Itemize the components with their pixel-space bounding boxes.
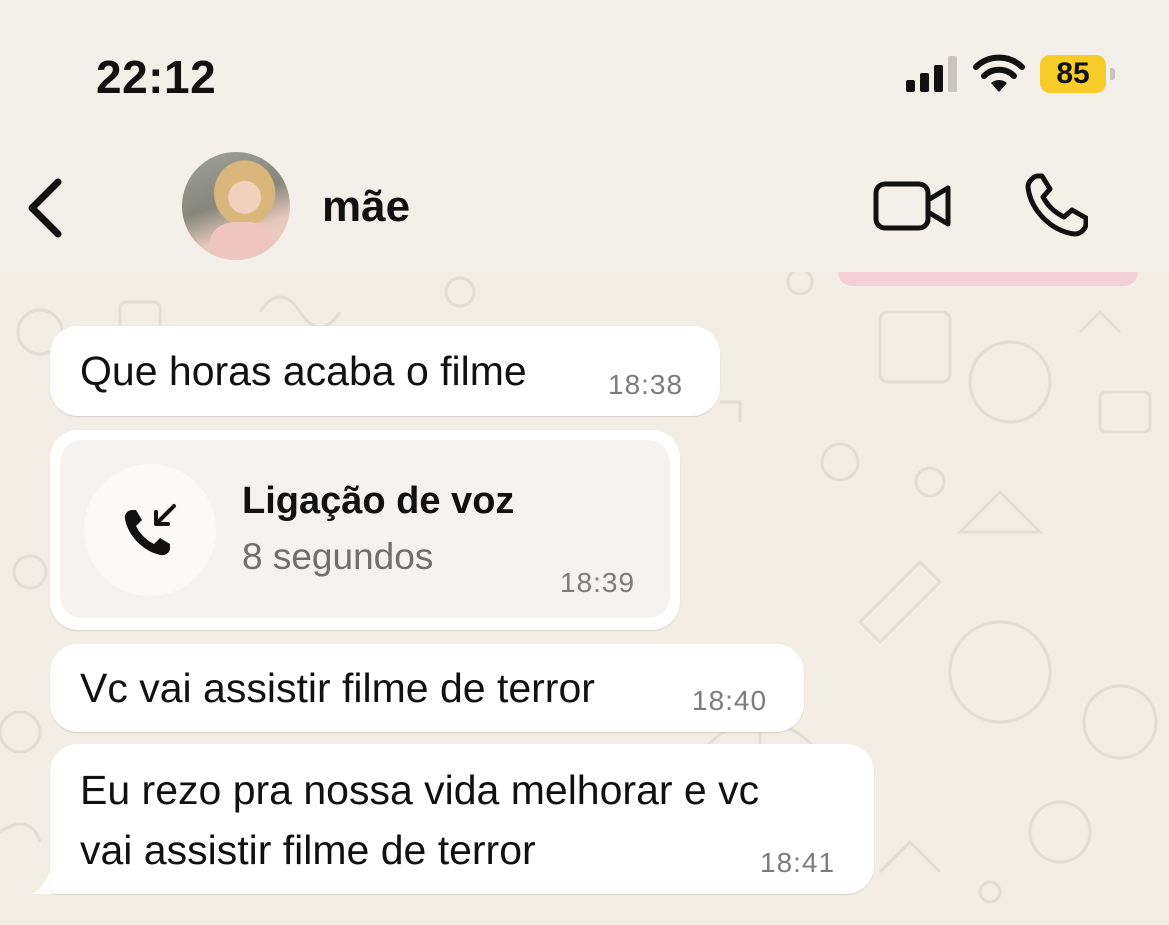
battery-level: 85: [1056, 57, 1090, 90]
video-camera-icon[interactable]: [872, 178, 952, 234]
contact-avatar[interactable]: [182, 152, 290, 260]
message-text: Vc vai assistir filme de terror: [80, 665, 595, 711]
battery-indicator: 85: [1040, 55, 1116, 93]
pinned-indicator: [838, 272, 1138, 286]
message-time: 18:40: [692, 685, 768, 716]
message-time: 18:38: [608, 369, 684, 400]
chat-header: mãe: [0, 140, 1169, 272]
battery-nub: [1110, 68, 1115, 80]
cellular-signal-icon: [906, 56, 957, 92]
status-time: 22:12: [96, 51, 217, 103]
status-bar: 22:12 85: [0, 0, 1169, 140]
call-duration: 8 segundos: [242, 536, 434, 577]
contact-name[interactable]: mãe: [322, 182, 410, 232]
phone-icon[interactable]: [1024, 172, 1088, 238]
message-text: Que horas acaba o filme: [80, 348, 527, 394]
avatar-figure: [210, 222, 274, 260]
message-text-line-1: Eu rezo pra nossa vida melhorar e vc: [80, 767, 760, 813]
message-time: 18:41: [760, 847, 836, 878]
call-title: Ligação de voz: [242, 480, 515, 522]
wifi-icon: [973, 54, 1025, 92]
incoming-call-icon: [124, 504, 176, 556]
message-time: 18:39: [560, 567, 636, 598]
back-chevron-icon[interactable]: [22, 176, 72, 240]
message-text-line-2: vai assistir filme de terror: [80, 827, 536, 873]
